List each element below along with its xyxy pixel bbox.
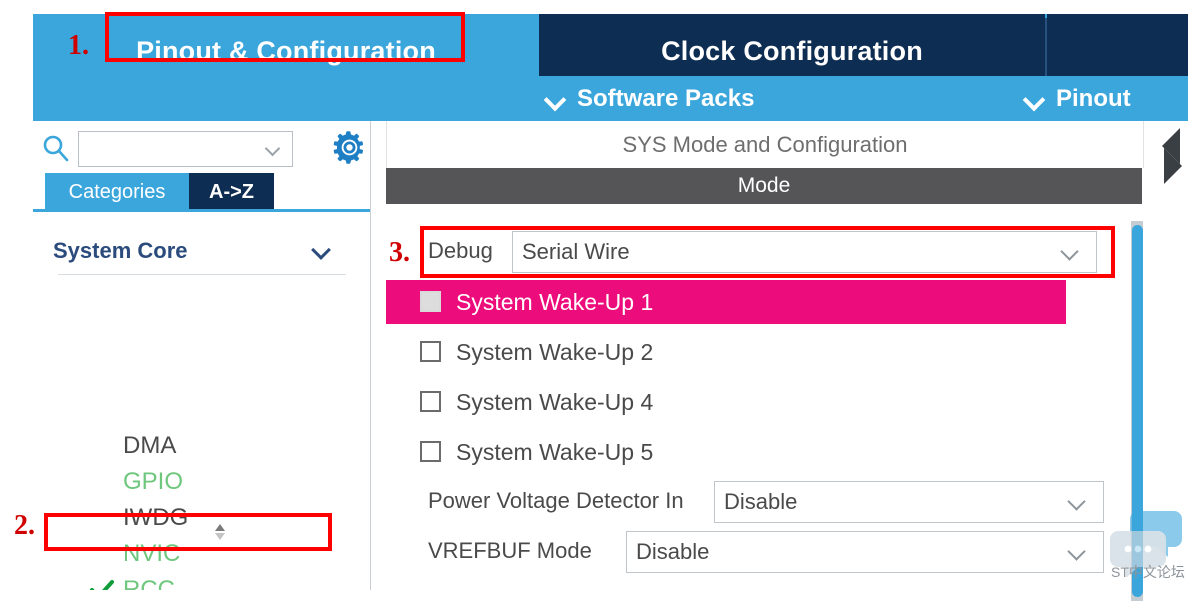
- sidebar-item-gpio[interactable]: GPIO: [33, 464, 370, 500]
- sidebar-subtabs: Categories A->Z: [33, 173, 370, 212]
- tab-separator: [1045, 18, 1047, 85]
- vrefbuf-label: VREFBUF Mode: [428, 538, 592, 563]
- group-divider: [58, 274, 346, 275]
- wakeup-row-4[interactable]: System Wake-Up 4: [386, 380, 1066, 424]
- sidebar-item-rcc-label: RCC: [123, 576, 175, 590]
- chevron-down-icon[interactable]: [313, 243, 331, 261]
- chevron-down-icon: [1024, 88, 1046, 110]
- panel-title-label: SYS Mode and Configuration: [622, 131, 908, 157]
- chevron-down-icon: [545, 88, 567, 110]
- subtab-categories-label: Categories: [68, 180, 166, 203]
- subtab-categories[interactable]: Categories: [45, 173, 189, 211]
- peripheral-list: DMA GPIO IWDG NVIC RCC: [33, 428, 370, 590]
- checkmark-icon: [90, 580, 114, 590]
- annotation-number-3: 3.: [389, 237, 410, 268]
- sidebar-item-gpio-label: GPIO: [123, 468, 184, 495]
- chevron-down-icon[interactable]: [1069, 545, 1087, 563]
- annotation-number-1: 1.: [68, 30, 89, 61]
- vrefbuf-select[interactable]: Disable: [626, 531, 1104, 573]
- search-row: [33, 121, 370, 173]
- chevron-down-icon[interactable]: [266, 143, 282, 159]
- menu-software-packs[interactable]: Software Packs: [545, 76, 754, 121]
- menu-software-packs-label: Software Packs: [577, 84, 755, 112]
- chevron-down-icon[interactable]: [1069, 495, 1087, 513]
- subtab-a-to-z-label: A->Z: [209, 180, 254, 203]
- vrefbuf-select-value: Disable: [636, 539, 710, 564]
- gear-icon[interactable]: [333, 131, 366, 164]
- pvd-label: Power Voltage Detector In: [428, 488, 684, 513]
- pvd-select-value: Disable: [724, 489, 798, 514]
- wakeup-label-4: System Wake-Up 4: [456, 388, 654, 415]
- search-input[interactable]: [85, 136, 264, 162]
- subtab-a-to-z[interactable]: A->Z: [189, 173, 274, 211]
- wakeup-row-1[interactable]: System Wake-Up 1: [386, 280, 1066, 324]
- sidebar-item-dma[interactable]: DMA: [33, 428, 370, 464]
- annotation-box-2: [44, 513, 332, 551]
- annotation-box-1: [105, 12, 465, 62]
- watermark-text: ST中文论坛: [1111, 564, 1185, 580]
- wakeup-checkbox-1[interactable]: [420, 291, 441, 312]
- sidebar-item-dma-label: DMA: [123, 432, 177, 459]
- wakeup-label-2: System Wake-Up 2: [456, 338, 654, 365]
- search-combobox[interactable]: [78, 131, 293, 167]
- menu-pinout-label: Pinout: [1056, 84, 1131, 112]
- search-icon[interactable]: [41, 133, 71, 163]
- panel-collapse-handle[interactable]: [1158, 126, 1186, 204]
- menu-pinout[interactable]: Pinout: [1024, 76, 1131, 121]
- wakeup-row-2[interactable]: System Wake-Up 2: [386, 330, 1066, 374]
- sys-configuration-panel: SYS Mode and Configuration Mode Debug Se…: [386, 121, 1144, 601]
- vrefbuf-row: VREFBUF Mode Disable: [386, 529, 1142, 573]
- annotation-number-2: 2.: [14, 510, 35, 541]
- wakeup-checkbox-5[interactable]: [420, 441, 441, 462]
- wakeup-label-1: System Wake-Up 1: [456, 288, 654, 315]
- pvd-row: Power Voltage Detector In Disable: [386, 479, 1142, 523]
- mode-section-header: Mode: [386, 168, 1142, 204]
- wakeup-checkbox-4[interactable]: [420, 391, 441, 412]
- stm32cubemx-window: Pinout & Configuration Clock Configurati…: [0, 0, 1188, 601]
- group-header-system-core-label: System Core: [53, 238, 188, 263]
- secondary-menu-strip: Software Packs Pinout: [33, 76, 1188, 121]
- annotation-box-3: [420, 226, 1115, 278]
- mode-section-header-label: Mode: [737, 174, 791, 197]
- pvd-select[interactable]: Disable: [714, 481, 1104, 523]
- wakeup-row-5[interactable]: System Wake-Up 5: [386, 430, 1066, 474]
- wakeup-label-5: System Wake-Up 5: [456, 438, 654, 465]
- sidebar-item-rcc[interactable]: RCC: [33, 572, 370, 590]
- panel-title: SYS Mode and Configuration: [386, 121, 1144, 168]
- group-header-system-core[interactable]: System Core: [53, 234, 343, 268]
- wakeup-checkbox-2[interactable]: [420, 341, 441, 362]
- tab-clock-configuration-label: Clock Configuration: [661, 36, 923, 66]
